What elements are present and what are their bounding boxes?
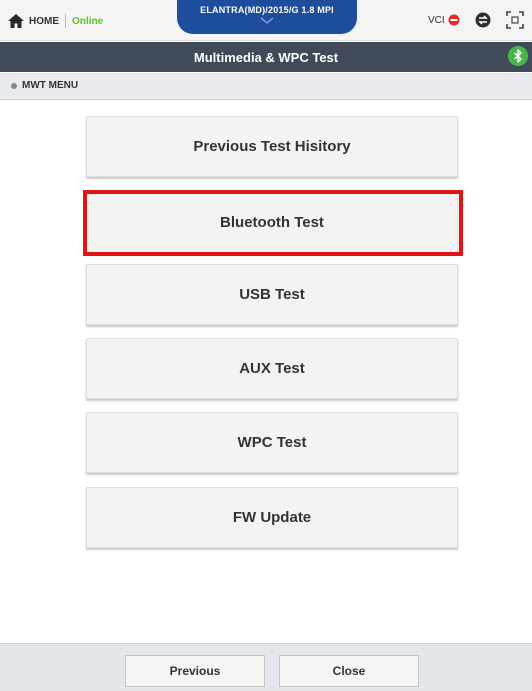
close-button[interactable]: Close [279, 655, 419, 687]
bottom-bar: Previous Close [0, 643, 532, 691]
wpc-test-button[interactable]: WPC Test [86, 412, 458, 473]
menu-label: MWT MENU [22, 80, 79, 91]
swap-icon[interactable] [474, 11, 492, 29]
previous-button[interactable]: Previous [125, 655, 265, 687]
home-icon [8, 14, 24, 28]
previous-test-history-button[interactable]: Previous Test Hisitory [86, 116, 458, 177]
bullet-icon [11, 83, 17, 89]
connection-status: Online [72, 15, 104, 27]
vehicle-selector[interactable]: ELANTRA(MD)/2015/G 1.8 MPI [177, 0, 357, 34]
divider [65, 14, 66, 28]
vci-status[interactable]: VCI [428, 14, 460, 26]
screen-capture-icon[interactable] [506, 11, 524, 29]
home-label: HOME [29, 15, 59, 27]
title-bar: Multimedia & WPC Test [0, 42, 532, 72]
usb-test-button[interactable]: USB Test [86, 264, 458, 325]
home-link[interactable]: HOME Online [8, 12, 103, 30]
bluetooth-test-button[interactable]: Bluetooth Test [83, 190, 463, 256]
menu-header: MWT MENU [0, 73, 532, 100]
fw-update-button[interactable]: FW Update [86, 487, 458, 548]
bluetooth-icon[interactable] [508, 46, 528, 66]
vci-label: VCI [428, 14, 445, 26]
disconnected-icon [448, 14, 460, 26]
chevron-down-icon [260, 17, 274, 25]
page-title: Multimedia & WPC Test [193, 50, 339, 65]
vehicle-label: ELANTRA(MD)/2015/G 1.8 MPI [200, 5, 334, 15]
aux-test-button[interactable]: AUX Test [86, 338, 458, 399]
top-status-bar: HOME Online ELANTRA(MD)/2015/G 1.8 MPI V… [0, 0, 532, 41]
